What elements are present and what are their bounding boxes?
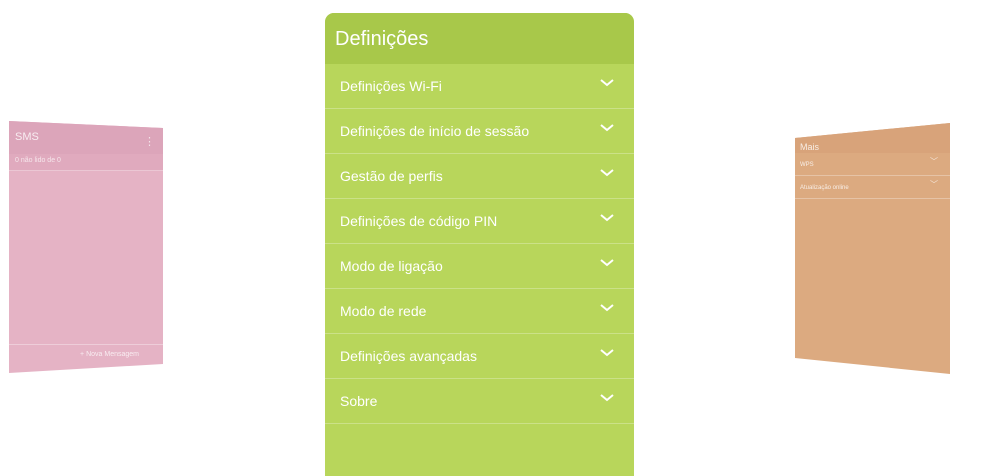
- more-item-label: Atualização online: [800, 185, 849, 191]
- chevron-down-icon[interactable]: ﹀: [930, 156, 938, 167]
- chevron-down-icon[interactable]: [600, 393, 614, 403]
- sms-unread-bar: 0 não lido de 0: [9, 154, 163, 171]
- menu-item-label: Sobre: [340, 393, 378, 409]
- menu-item-label: Definições Wi-Fi: [340, 78, 442, 94]
- menu-item-label: Definições de início de sessão: [340, 123, 530, 139]
- menu-item-about[interactable]: Sobre: [325, 379, 634, 424]
- more-options-icon[interactable]: ⋮: [144, 137, 155, 148]
- chevron-down-icon[interactable]: [600, 258, 614, 268]
- settings-card-title: Definições: [335, 28, 429, 50]
- menu-item-wifi-settings[interactable]: Definições Wi-Fi: [325, 64, 634, 109]
- chevron-down-icon[interactable]: [600, 123, 614, 133]
- menu-item-pin-settings[interactable]: Definições de código PIN: [325, 199, 634, 244]
- settings-card: Definições Definições Wi-Fi Definições d…: [325, 13, 634, 476]
- menu-item-profile-management[interactable]: Gestão de perfis: [325, 154, 634, 199]
- chevron-down-icon[interactable]: [600, 303, 614, 313]
- more-item-online-update[interactable]: Atualização online ﹀: [795, 176, 950, 199]
- settings-card-header: Definições: [325, 13, 634, 64]
- more-card-title: Mais: [800, 142, 820, 152]
- settings-menu: Definições Wi-Fi Definições de início de…: [325, 64, 634, 424]
- chevron-down-icon[interactable]: [600, 168, 614, 178]
- sms-card[interactable]: SMS ⋮ 0 não lido de 0 + Nova Mensagem: [9, 121, 163, 373]
- menu-item-label: Definições avançadas: [340, 348, 477, 364]
- more-card[interactable]: Mais WPS ﹀ Atualização online ﹀: [795, 123, 950, 374]
- menu-item-network-mode[interactable]: Modo de rede: [325, 289, 634, 334]
- sms-card-footer: + Nova Mensagem: [9, 344, 163, 373]
- more-item-wps[interactable]: WPS ﹀: [795, 153, 950, 176]
- chevron-down-icon[interactable]: [600, 78, 614, 88]
- sms-unread-count: 0 não lido de 0: [15, 157, 61, 164]
- new-message-button[interactable]: + Nova Mensagem: [80, 351, 139, 358]
- chevron-down-icon[interactable]: [600, 213, 614, 223]
- menu-item-advanced-settings[interactable]: Definições avançadas: [325, 334, 634, 379]
- menu-item-label: Gestão de perfis: [340, 168, 443, 184]
- sms-card-title: SMS: [15, 131, 39, 143]
- more-item-label: WPS: [800, 162, 814, 168]
- menu-item-label: Modo de rede: [340, 303, 427, 319]
- menu-item-label: Definições de código PIN: [340, 213, 498, 229]
- menu-item-label: Modo de ligação: [340, 258, 443, 274]
- chevron-down-icon[interactable]: ﹀: [930, 179, 938, 190]
- dashboard-stage: SMS ⋮ 0 não lido de 0 + Nova Mensagem De…: [0, 0, 992, 476]
- chevron-down-icon[interactable]: [600, 348, 614, 358]
- menu-item-login-settings[interactable]: Definições de início de sessão: [325, 109, 634, 154]
- menu-item-connection-mode[interactable]: Modo de ligação: [325, 244, 634, 289]
